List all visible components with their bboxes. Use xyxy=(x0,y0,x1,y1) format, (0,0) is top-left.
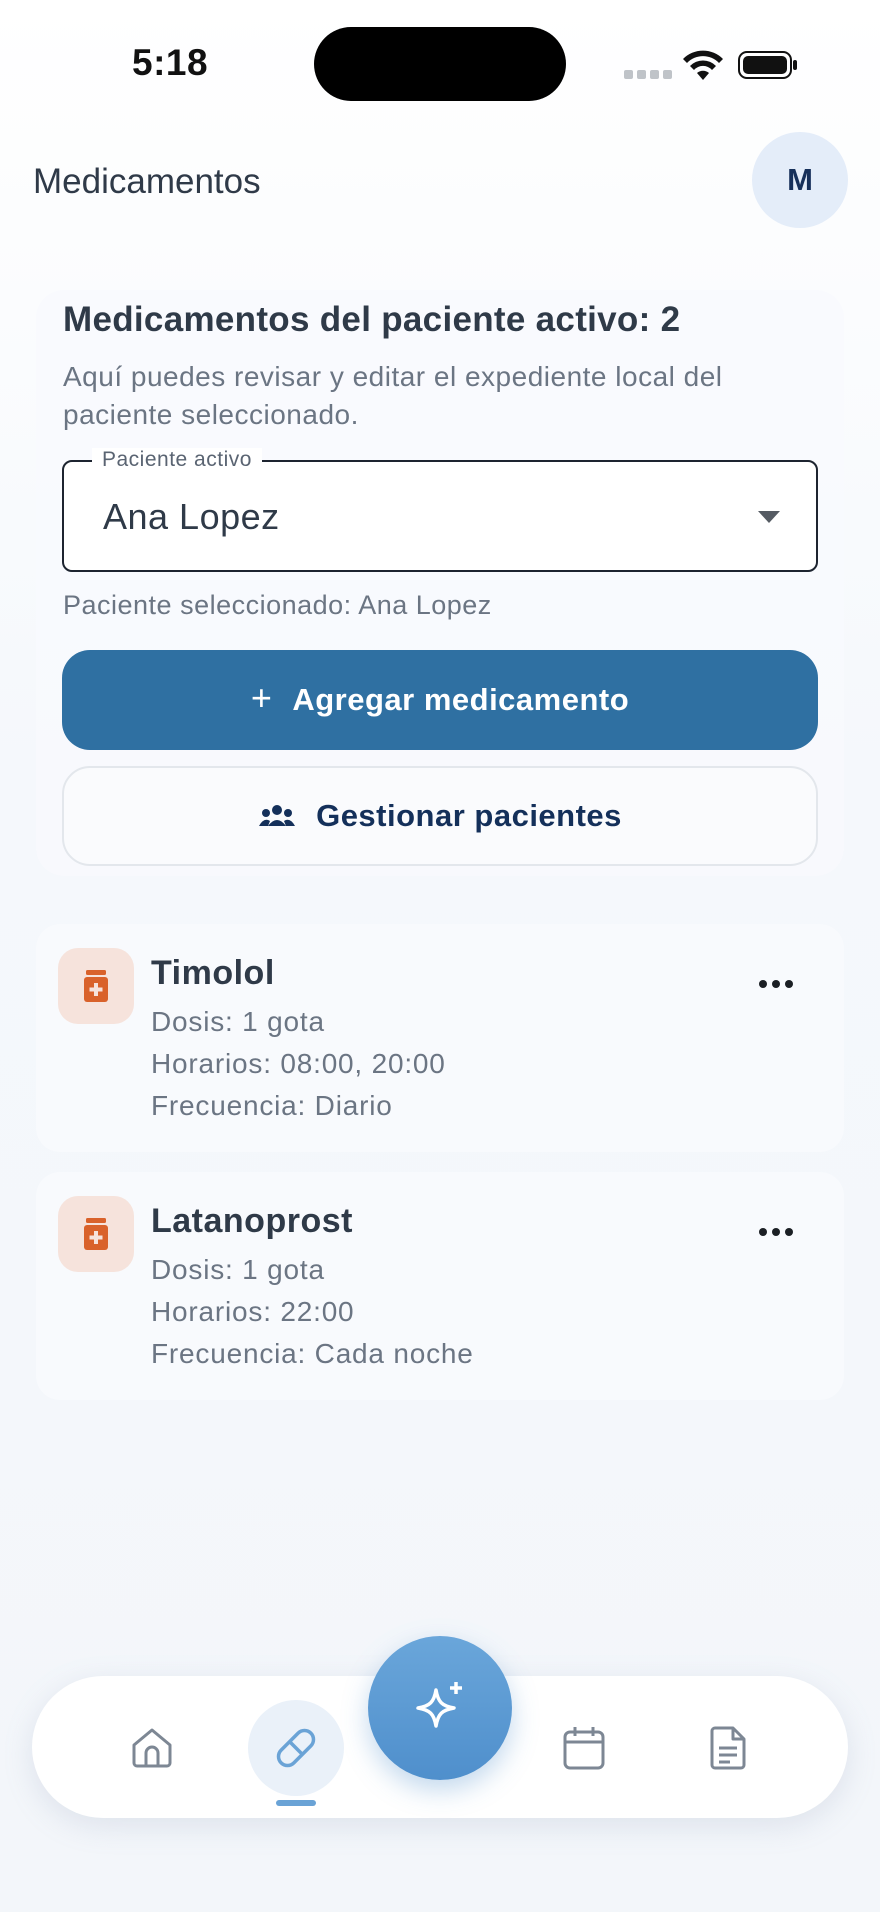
medication-dose: Dosis: 1 gota xyxy=(151,1006,325,1037)
dropdown-arrow-icon[interactable] xyxy=(758,511,780,523)
wifi-icon xyxy=(683,50,723,80)
add-medication-button[interactable]: + Agregar medicamento xyxy=(62,650,818,750)
summary-title: Medicamentos del paciente activo: 2 xyxy=(63,300,681,339)
medication-dose: Dosis: 1 gota xyxy=(151,1254,325,1285)
active-patient-value[interactable]: Ana Lopez xyxy=(103,496,280,538)
status-time: 5:18 xyxy=(132,42,209,83)
dynamic-island xyxy=(314,27,566,101)
nav-home[interactable] xyxy=(122,1718,182,1778)
signal-icon xyxy=(624,70,672,79)
nav-active-indicator xyxy=(276,1800,316,1806)
medication-schedule: Horarios: 08:00, 20:00 xyxy=(151,1048,446,1079)
page-title: Medicamentos xyxy=(33,162,261,201)
pill-bottle-icon xyxy=(58,948,134,1024)
nav-calendar[interactable] xyxy=(554,1718,614,1778)
selected-patient-text: Paciente seleccionado: Ana Lopez xyxy=(63,590,492,620)
more-options-icon[interactable] xyxy=(752,974,800,994)
add-medication-label: Agregar medicamento xyxy=(292,682,630,717)
pill-icon xyxy=(276,1728,316,1768)
status-bar: 5:18 xyxy=(0,0,880,120)
medication-name: Timolol xyxy=(151,954,275,992)
battery-icon xyxy=(738,51,797,79)
manage-patients-button[interactable]: Gestionar pacientes xyxy=(62,766,818,866)
home-icon xyxy=(132,1728,172,1768)
nav-medications[interactable] xyxy=(266,1718,326,1778)
medication-card[interactable]: Latanoprost Dosis: 1 gota Horarios: 22:0… xyxy=(36,1172,844,1400)
summary-description: Aquí puedes revisar y editar el expedien… xyxy=(63,361,723,430)
medication-card[interactable]: Timolol Dosis: 1 gota Horarios: 08:00, 2… xyxy=(36,924,844,1152)
nav-reports[interactable] xyxy=(698,1718,758,1778)
medication-schedule: Horarios: 22:00 xyxy=(151,1296,355,1327)
active-patient-label: Paciente activo xyxy=(92,448,262,472)
sparkle-icon xyxy=(416,1682,462,1728)
document-icon xyxy=(710,1726,746,1770)
pill-bottle-icon xyxy=(58,1196,134,1272)
more-options-icon[interactable] xyxy=(752,1222,800,1242)
medication-name: Latanoprost xyxy=(151,1202,353,1240)
manage-patients-label: Gestionar pacientes xyxy=(316,798,622,833)
avatar[interactable]: M xyxy=(752,132,848,228)
medication-frequency: Frecuencia: Cada noche xyxy=(151,1338,474,1369)
medication-frequency: Frecuencia: Diario xyxy=(151,1090,393,1121)
assistant-button[interactable] xyxy=(368,1636,512,1780)
plus-icon: + xyxy=(250,677,273,718)
group-icon xyxy=(259,805,296,826)
calendar-icon xyxy=(563,1727,605,1770)
